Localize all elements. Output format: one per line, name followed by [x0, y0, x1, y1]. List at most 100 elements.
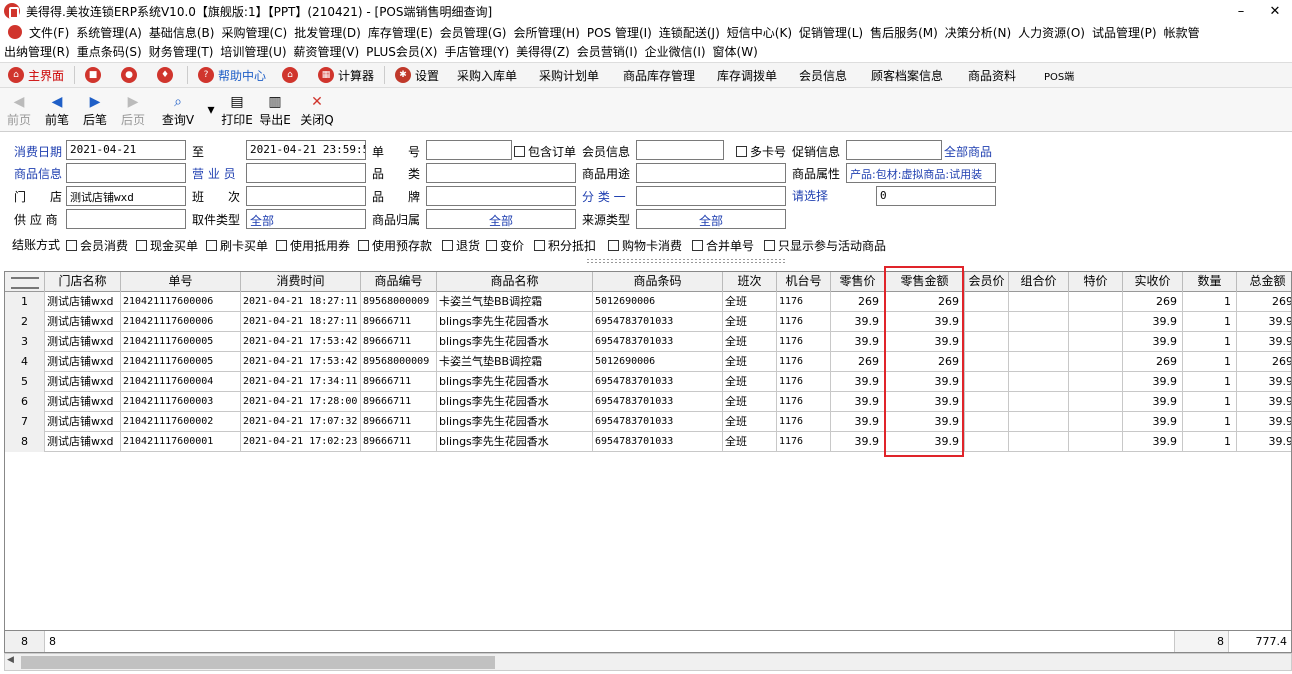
table-cell[interactable]: 2021-04-21 17:07:32: [241, 412, 361, 432]
table-cell[interactable]: [1069, 312, 1123, 332]
table-cell[interactable]: [965, 392, 1009, 412]
table-cell[interactable]: 测试店铺wxd: [45, 332, 121, 352]
table-cell[interactable]: 269: [1123, 352, 1183, 372]
settings-button[interactable]: ✱ 设置: [387, 63, 447, 87]
table-cell[interactable]: [1009, 352, 1069, 372]
table-cell[interactable]: blings李先生花园香水: [437, 392, 593, 412]
table-cell[interactable]: 210421117600006: [121, 292, 241, 312]
gift-button[interactable]: ♦: [149, 63, 185, 87]
table-cell[interactable]: 测试店铺wxd: [45, 312, 121, 332]
quick-item[interactable]: 商品库存管理: [611, 63, 707, 87]
quick-item[interactable]: 商品资料: [955, 63, 1029, 87]
table-cell[interactable]: 6954783701033: [593, 392, 723, 412]
menu-item[interactable]: 企业微信(I): [641, 43, 709, 60]
table-cell[interactable]: 1: [1183, 352, 1237, 372]
please-select-input[interactable]: 0: [876, 186, 996, 206]
settle-option-checkbox[interactable]: 使用预存款: [358, 237, 432, 254]
table-cell[interactable]: 2021-04-21 17:02:23: [241, 432, 361, 452]
menu-item[interactable]: 培训管理(U): [216, 43, 289, 60]
table-cell[interactable]: 6954783701033: [593, 432, 723, 452]
table-cell[interactable]: 39.9: [831, 412, 885, 432]
help-center-button[interactable]: ? 帮助中心: [190, 63, 274, 87]
date-label[interactable]: 消费日期: [14, 143, 62, 160]
table-cell[interactable]: 89666711: [361, 412, 437, 432]
table-cell[interactable]: 全班: [723, 392, 777, 412]
column-header[interactable]: 会员价: [965, 272, 1009, 292]
table-row[interactable]: 8 测试店铺wxd 210421117600001 2021-04-21 17:02:…: [5, 432, 1292, 452]
table-cell[interactable]: [1009, 392, 1069, 412]
table-cell[interactable]: [1009, 312, 1069, 332]
table-cell[interactable]: 1176: [777, 372, 831, 392]
table-cell[interactable]: [965, 292, 1009, 312]
column-header[interactable]: 商品条码: [593, 272, 723, 292]
table-cell[interactable]: [1009, 412, 1069, 432]
panel-splitter[interactable]: [586, 258, 786, 264]
table-cell[interactable]: 89666711: [361, 312, 437, 332]
table-cell[interactable]: 5012690006: [593, 352, 723, 372]
table-cell[interactable]: [1009, 292, 1069, 312]
column-header[interactable]: 总金额: [1237, 272, 1291, 292]
table-cell[interactable]: 1: [1183, 292, 1237, 312]
table-row[interactable]: 4 测试店铺wxd 210421117600005 2021-04-21 17:53:…: [5, 352, 1291, 372]
table-cell[interactable]: 269: [831, 292, 885, 312]
home-button[interactable]: ⌂ 主界面: [0, 63, 72, 87]
settle-option-checkbox[interactable]: 变价: [486, 237, 524, 254]
table-row[interactable]: 1 测试店铺wxd 210421117600006 2021-04-21 18:27:…: [5, 292, 1291, 312]
table-cell[interactable]: [965, 312, 1009, 332]
table-cell[interactable]: 测试店铺wxd: [45, 352, 121, 372]
settle-option-checkbox[interactable]: 使用抵用券: [276, 237, 350, 254]
table-row[interactable]: 2 测试店铺wxd 210421117600006 2021-04-21 18:27:…: [5, 312, 1291, 332]
column-header[interactable]: 单号: [121, 272, 241, 292]
table-cell[interactable]: 全班: [723, 432, 777, 452]
close-window-button[interactable]: ✕: [1258, 0, 1292, 22]
table-cell[interactable]: 39.9: [1237, 432, 1292, 452]
table-cell[interactable]: 39.9: [1237, 412, 1292, 432]
table-cell[interactable]: 210421117600001: [121, 432, 241, 452]
quick-item[interactable]: POS端: [1029, 63, 1089, 87]
table-cell[interactable]: 39.9: [1123, 432, 1183, 452]
goods-label[interactable]: 商品信息: [14, 165, 62, 182]
table-row[interactable]: 3 测试店铺wxd 210421117600005 2021-04-21 17:53:…: [5, 332, 1291, 352]
table-cell[interactable]: 卡姿兰气垫BB调控霜: [437, 352, 593, 372]
table-cell[interactable]: 1176: [777, 352, 831, 372]
settle-option-checkbox[interactable]: 退货: [442, 237, 480, 254]
menu-item[interactable]: 美得得(Z): [512, 43, 573, 60]
table-cell[interactable]: 1176: [777, 312, 831, 332]
column-header[interactable]: 商品编号: [361, 272, 437, 292]
close-button[interactable]: ✕ 关闭Q: [294, 88, 340, 132]
table-cell[interactable]: [1009, 372, 1069, 392]
column-header[interactable]: 零售金额: [885, 272, 965, 292]
table-cell[interactable]: 测试店铺wxd: [45, 292, 121, 312]
table-cell[interactable]: 210421117600006: [121, 312, 241, 332]
table-cell[interactable]: 全班: [723, 352, 777, 372]
class-label[interactable]: 分 类 一: [582, 188, 626, 205]
table-cell[interactable]: 卡姿兰气垫BB调控霜: [437, 292, 593, 312]
menu-item[interactable]: 连锁配送(J): [655, 24, 723, 41]
table-cell[interactable]: [1009, 332, 1069, 352]
settle-option-checkbox[interactable]: 会员消费: [66, 237, 128, 254]
table-cell[interactable]: [965, 432, 1009, 452]
settle-option-checkbox[interactable]: 合并单号: [692, 237, 754, 254]
minimize-button[interactable]: –: [1224, 0, 1258, 22]
table-cell[interactable]: 269: [885, 352, 965, 372]
column-header[interactable]: 数量: [1183, 272, 1237, 292]
menu-item[interactable]: 售后服务(M): [866, 24, 941, 41]
menu-item[interactable]: 试品管理(P): [1088, 24, 1160, 41]
attr-input[interactable]: 产品:包材:虚拟商品:试用装: [846, 163, 996, 183]
table-cell[interactable]: blings李先生花园香水: [437, 312, 593, 332]
table-cell[interactable]: 6954783701033: [593, 312, 723, 332]
table-cell[interactable]: 39.9: [885, 392, 965, 412]
table-row[interactable]: 5 测试店铺wxd 210421117600004 2021-04-21 17:34:…: [5, 372, 1291, 392]
table-cell[interactable]: 39.9: [885, 372, 965, 392]
table-cell[interactable]: 1176: [777, 412, 831, 432]
table-cell[interactable]: 6954783701033: [593, 372, 723, 392]
quick-item[interactable]: 库存调拨单: [707, 63, 787, 87]
table-cell[interactable]: 210421117600004: [121, 372, 241, 392]
table-cell[interactable]: 1: [1183, 312, 1237, 332]
table-cell[interactable]: [1009, 432, 1069, 452]
table-cell[interactable]: 39.9: [831, 372, 885, 392]
menu-item[interactable]: 批发管理(D): [290, 24, 364, 41]
clerk-label[interactable]: 营 业 员: [192, 165, 236, 182]
table-cell[interactable]: blings李先生花园香水: [437, 372, 593, 392]
column-header[interactable]: 商品名称: [437, 272, 593, 292]
